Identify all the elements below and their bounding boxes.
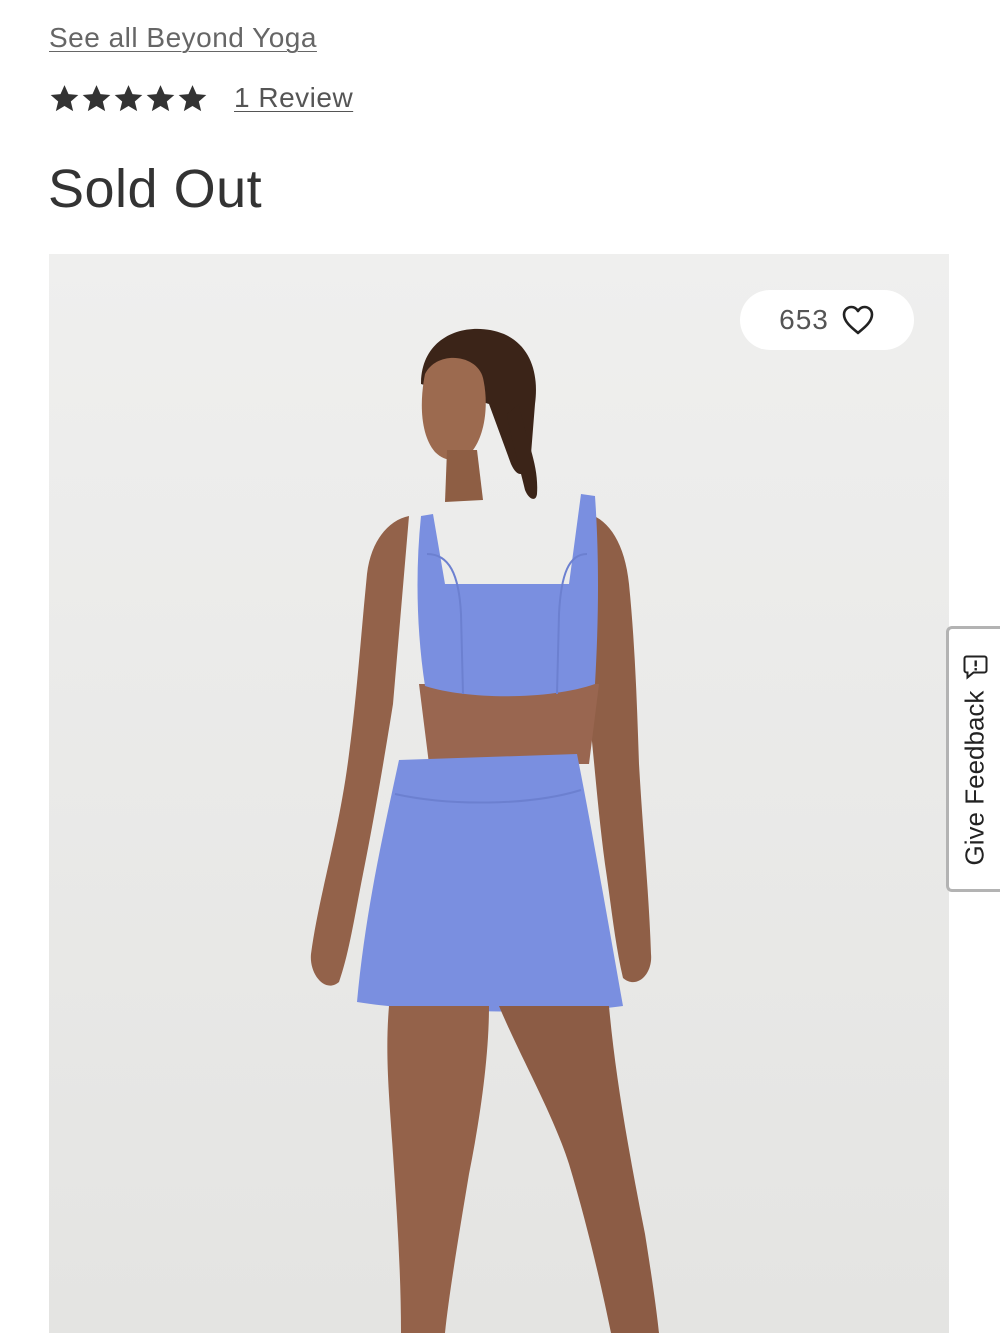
product-image[interactable]: 653 (49, 254, 949, 1333)
rating-row: 1 Review (49, 82, 353, 114)
give-feedback-content: Give Feedback (959, 653, 990, 866)
star-icon (50, 84, 79, 111)
star-icon (114, 84, 143, 111)
heart-outline-icon (842, 305, 874, 335)
product-photo (49, 254, 949, 1333)
reviews-link[interactable]: 1 Review (234, 82, 353, 114)
star-icon (82, 84, 111, 111)
star-icon (146, 84, 175, 111)
see-all-brand-link[interactable]: See all Beyond Yoga (49, 22, 317, 54)
star-icon (178, 84, 207, 111)
availability-status: Sold Out (48, 159, 263, 219)
give-feedback-label: Give Feedback (959, 690, 989, 866)
give-feedback-tab[interactable]: Give Feedback (946, 626, 1000, 892)
feedback-chat-icon (962, 655, 987, 680)
favorite-button[interactable]: 653 (740, 290, 914, 350)
favorites-count: 653 (779, 304, 829, 335)
star-rating (49, 83, 208, 114)
